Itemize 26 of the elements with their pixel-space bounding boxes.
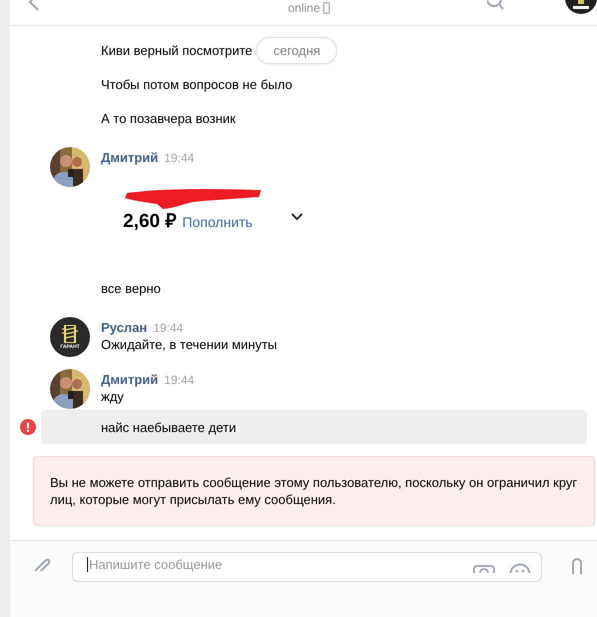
online-status: online	[288, 1, 320, 15]
date-badge: сегодня	[256, 36, 338, 64]
search-icon[interactable]	[487, 0, 505, 12]
message-text: Ожидайте, в течении минуты	[101, 337, 278, 352]
smiley-icon[interactable]	[509, 563, 531, 573]
microphone-icon[interactable]	[572, 558, 582, 574]
message-text: Киви верный посмотрите	[101, 42, 252, 58]
message-time: 19:44	[164, 373, 194, 387]
notice-banner: Вы не можете отправить сообщение этому пользователю, поскольку он ограничил круг лиц, которые могут присылать ему сообщения.	[33, 456, 595, 526]
message-text: Чтобы потом вопросов не было	[101, 76, 292, 92]
message-text: все верно	[101, 280, 161, 296]
author-name[interactable]: Дмитрий	[101, 372, 158, 387]
message-time: 19:44	[153, 321, 184, 335]
phone-icon	[323, 2, 330, 14]
camera-icon[interactable]	[473, 563, 495, 573]
avatar-icon[interactable]	[565, 0, 597, 14]
author-name[interactable]: Руслан	[101, 320, 148, 335]
balance-amount: 2,60 ₽	[123, 210, 176, 233]
error-icon	[20, 419, 36, 435]
paperclip-icon[interactable]	[32, 557, 52, 571]
message-time: 19:44	[164, 151, 194, 165]
message-text: А то позавчера возник	[101, 110, 236, 126]
chevron-icon	[291, 213, 303, 221]
author-name[interactable]: Дмитрий	[101, 150, 158, 165]
message-text: жду	[101, 389, 125, 404]
message-text: найс наебываете дети	[101, 420, 236, 434]
